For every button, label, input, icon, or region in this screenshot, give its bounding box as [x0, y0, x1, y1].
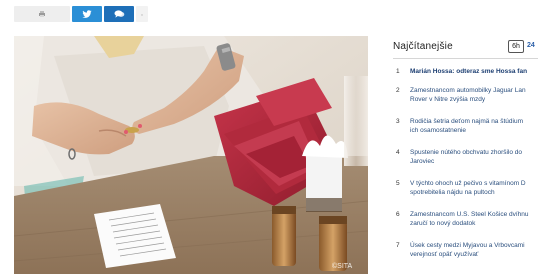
news-number: 2 [396, 87, 400, 94]
news-title-line: Zamestnancom U.S. Steel Košice dvíhnu [410, 211, 529, 218]
photo-watermark: ©SITA [332, 262, 353, 270]
more-share-button[interactable] [136, 6, 148, 22]
news-item[interactable]: 2 Zamestnancom automobilky Jaguar Lan Ro… [393, 86, 538, 104]
twitter-icon [82, 5, 92, 23]
news-title-line: V týchto ohoch už pečivo s vitamínom D [410, 180, 526, 187]
news-item[interactable]: 5 V týchto ohoch už pečivo s vitamínom D… [393, 179, 538, 197]
sidebar-title: Najčítanejšie [393, 41, 453, 52]
comment-icon [114, 5, 125, 23]
news-title-line: Spustenie nútého obchvatu zhoršilo do [410, 149, 523, 156]
more-icon [139, 5, 145, 23]
news-item[interactable]: 7 Úsek cesty medzi Myjavou a Vrbovcami v… [393, 241, 538, 259]
news-title-line: spotrebitelia nájdu na pultoch [410, 189, 495, 196]
news-title-line: zaručí to nový dodatok [410, 220, 476, 227]
news-title-line: Marián Hossa: odteraz sme Hossa fan [410, 68, 528, 75]
tab-24h[interactable]: 24 [527, 42, 535, 49]
news-item[interactable]: 1 Marián Hossa: odteraz sme Hossa fan [393, 67, 538, 76]
news-title-line: Rover v Nitre zvýšia mzdy [410, 96, 486, 103]
sidebar-divider [393, 58, 538, 59]
news-list: 1 Marián Hossa: odteraz sme Hossa fan 2 … [393, 67, 538, 259]
news-number: 5 [396, 180, 400, 187]
share-bar [14, 6, 148, 22]
twitter-share-button[interactable] [72, 6, 102, 22]
news-title-line: ich osamostatnenie [410, 127, 467, 134]
print-icon [38, 5, 46, 23]
news-title-line: Jaroviec [410, 158, 435, 165]
photo-illustration: ©SITA [14, 36, 368, 274]
news-item[interactable]: 6 Zamestnancom U.S. Steel Košice dvíhnu … [393, 210, 538, 228]
most-read-sidebar: Najčítanejšie 6h 24 1 Marián Hossa: odte… [393, 38, 538, 272]
news-number: 6 [396, 211, 400, 218]
news-item[interactable]: 3 Rodičia šetria deťom najmä na štúdium … [393, 117, 538, 135]
news-number: 1 [396, 68, 400, 75]
news-number: 3 [396, 118, 400, 125]
news-item[interactable]: 4 Spustenie nútého obchvatu zhoršilo do … [393, 148, 538, 166]
sidebar-header: Najčítanejšie 6h 24 [393, 38, 538, 58]
news-title-line: Úsek cesty medzi Myjavou a Vrbovcami [410, 242, 525, 249]
news-title-line: verejnosť opäť využívať [410, 251, 479, 258]
comment-share-button[interactable] [104, 6, 134, 22]
tab-6h[interactable]: 6h [508, 40, 524, 53]
news-title-line: Zamestnancom automobilky Jaguar Lan [410, 87, 526, 94]
news-number: 7 [396, 242, 400, 249]
article-photo[interactable]: ©SITA [14, 36, 368, 274]
article-page: ©SITA Najčítanejšie 6h 24 1 Marián Hossa… [0, 0, 538, 275]
news-title-line: Rodičia šetria deťom najmä na štúdium [410, 118, 523, 125]
print-button[interactable] [14, 6, 70, 22]
news-number: 4 [396, 149, 400, 156]
